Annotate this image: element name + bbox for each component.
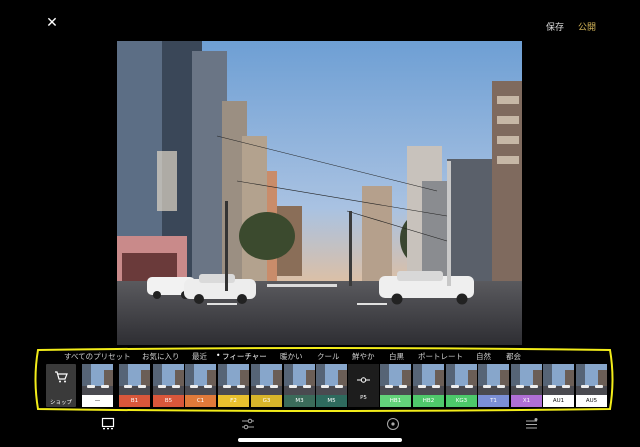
preset-thumbnail	[511, 364, 542, 395]
preset-tile-p5[interactable]: P5	[348, 364, 379, 407]
shop-button[interactable]: ショップ	[46, 364, 76, 407]
preset-code: B5	[153, 395, 184, 407]
tab-featured[interactable]: フィーチャー	[222, 351, 267, 362]
preset-tile-hb2[interactable]: HB2	[413, 364, 444, 407]
preset-code: C1	[185, 395, 216, 407]
preset-code: T1	[478, 395, 509, 407]
cart-icon	[55, 371, 68, 383]
tab-bw[interactable]: 白黒	[389, 351, 404, 362]
preset-thumbnail	[251, 364, 282, 395]
preset-tile-[interactable]: —	[82, 364, 113, 407]
preset-tile-m3[interactable]: M3	[284, 364, 315, 407]
preset-tile-au1[interactable]: AU1	[543, 364, 574, 407]
history-tab-icon[interactable]	[525, 417, 539, 431]
tab-urban[interactable]: 都会	[506, 351, 521, 362]
photo-canvas[interactable]	[117, 41, 522, 345]
preset-code: —	[82, 395, 113, 407]
preset-code: KG3	[446, 395, 477, 407]
preset-category-tabs: すべてのプリセット お気に入り 最近 • フィーチャー 暖かい クール 鮮やか …	[32, 349, 616, 363]
top-bar: ✕ 保存 公開	[0, 0, 640, 40]
preset-tile-x1[interactable]: X1	[511, 364, 542, 407]
preset-thumbnail	[576, 364, 607, 395]
tab-all-presets[interactable]: すべてのプリセット	[64, 351, 131, 362]
preset-thumbnail	[446, 364, 477, 395]
tab-nature[interactable]: 自然	[476, 351, 491, 362]
preset-thumbnail	[218, 364, 249, 395]
preset-thumbnail	[478, 364, 509, 395]
preset-thumbnail	[380, 364, 411, 395]
preset-code: F2	[218, 395, 249, 407]
close-icon[interactable]: ✕	[44, 15, 60, 31]
shop-label: ショップ	[49, 400, 72, 406]
preset-thumbnail	[284, 364, 315, 395]
tab-recent[interactable]: 最近	[192, 351, 207, 362]
heal-tab-icon[interactable]	[386, 417, 400, 431]
preset-code: AU1	[543, 395, 574, 407]
publish-button[interactable]: 公開	[578, 20, 596, 33]
preset-tile-f2[interactable]: F2	[218, 364, 249, 407]
tab-cool[interactable]: クール	[317, 351, 340, 362]
preset-thumbnail	[543, 364, 574, 395]
preset-tile-c1[interactable]: C1	[185, 364, 216, 407]
preset-thumbnail	[185, 364, 216, 395]
preset-thumbnail	[413, 364, 444, 395]
tab-portrait[interactable]: ポートレート	[418, 351, 463, 362]
preset-code: AU5	[576, 395, 607, 407]
preset-thumbnail	[82, 364, 113, 395]
adjust-tab-icon[interactable]	[241, 417, 255, 431]
preset-tile-au5[interactable]: AU5	[576, 364, 607, 407]
active-dot: •	[216, 351, 221, 360]
preset-panel: すべてのプリセット お気に入り 最近 • フィーチャー 暖かい クール 鮮やか …	[32, 347, 616, 413]
preset-code: HB1	[380, 395, 411, 407]
preset-code: P5	[360, 395, 367, 401]
tab-vivid[interactable]: 鮮やか	[352, 351, 375, 362]
photo-tab-icon[interactable]	[101, 417, 115, 431]
preset-tile-g3[interactable]: G3	[251, 364, 282, 407]
preset-code: G3	[251, 395, 282, 407]
preset-tile-t1[interactable]: T1	[478, 364, 509, 407]
tab-favorites[interactable]: お気に入り	[142, 351, 180, 362]
tab-warm[interactable]: 暖かい	[280, 351, 303, 362]
preset-tile-hb1[interactable]: HB1	[380, 364, 411, 407]
preset-code: M3	[284, 395, 315, 407]
preset-thumbnail	[316, 364, 347, 395]
preset-code: B1	[119, 395, 150, 407]
preset-tile-b1[interactable]: B1	[119, 364, 150, 407]
preset-thumbnail	[119, 364, 150, 395]
preset-code: X1	[511, 395, 542, 407]
preset-code: M5	[316, 395, 347, 407]
preset-code: HB2	[413, 395, 444, 407]
preset-tile-b5[interactable]: B5	[153, 364, 184, 407]
save-button[interactable]: 保存	[546, 20, 564, 33]
preset-tile-kg3[interactable]: KG3	[446, 364, 477, 407]
slider-icon	[357, 377, 370, 383]
home-indicator	[238, 438, 402, 442]
preset-thumbnail	[153, 364, 184, 395]
preset-tile-m5[interactable]: M5	[316, 364, 347, 407]
